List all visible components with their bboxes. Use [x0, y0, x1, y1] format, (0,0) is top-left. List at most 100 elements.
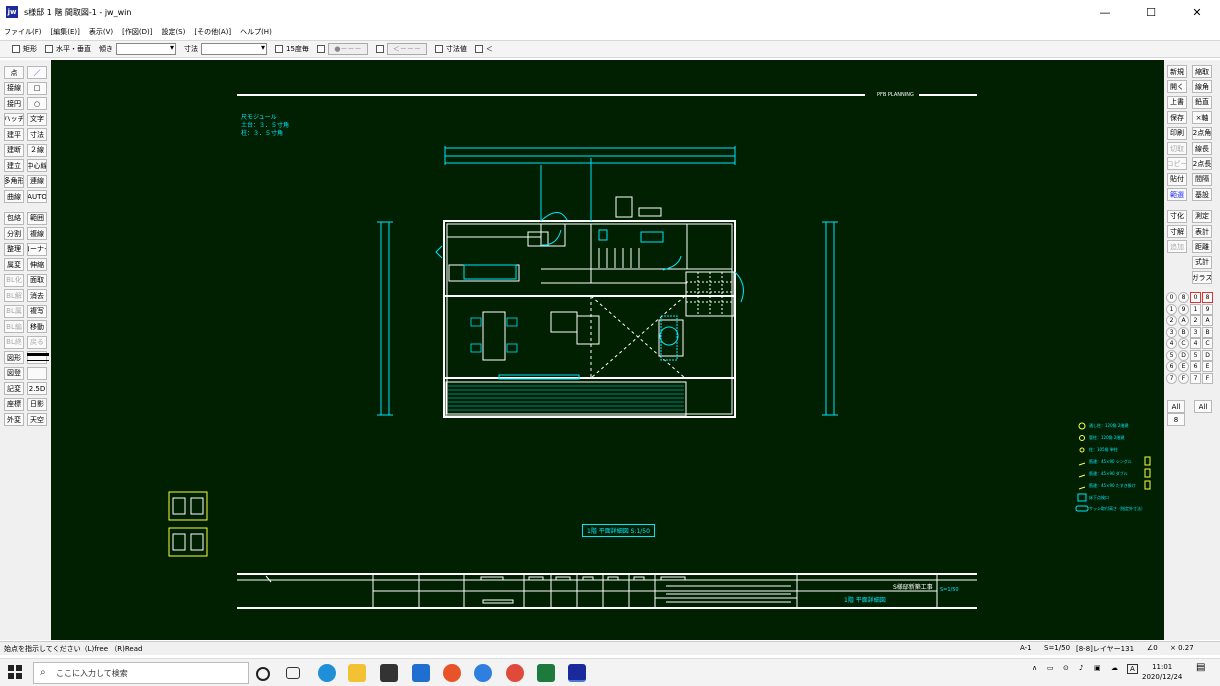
layer-button-mid_right-2[interactable]: 2 [1190, 315, 1201, 326]
tool-right-8-1[interactable]: 基設 [1192, 188, 1212, 202]
line-type-sample[interactable] [27, 353, 49, 356]
tool-right-8-0[interactable]: 範選 [1167, 188, 1187, 202]
layer-button-mid_left-0[interactable]: 8 [1178, 292, 1189, 303]
line-type-sample[interactable] [27, 360, 49, 361]
deg15-checkbox[interactable] [275, 45, 283, 53]
tool-left-7-0[interactable]: 多角形 [4, 174, 24, 188]
status-angle[interactable]: ∠0 [1147, 644, 1158, 652]
tool-right-2-1[interactable]: 鉛直 [1192, 95, 1212, 109]
rect-checkbox[interactable] [12, 45, 20, 53]
deg15-option[interactable]: 15度毎 [275, 44, 309, 54]
explorer-icon[interactable] [348, 664, 366, 682]
ball-checkbox[interactable] [316, 45, 325, 53]
tool-left-14-0[interactable]: BL解 [4, 289, 24, 302]
tool-right-9-0[interactable]: 寸化 [1167, 209, 1187, 223]
store-icon[interactable] [380, 664, 398, 682]
tool-left-20-0[interactable]: 記変 [4, 382, 24, 395]
layer-button-mid_right-1[interactable]: 1 [1190, 303, 1201, 315]
tool-left-15-0[interactable]: BL属 [4, 304, 24, 318]
lt-checkbox[interactable] [474, 45, 483, 53]
tool-right-0-1[interactable]: 縮取 [1192, 65, 1212, 78]
status-paper[interactable]: A-1 [1020, 644, 1032, 652]
tool-left-17-0[interactable]: BL終 [4, 335, 24, 349]
mail-icon[interactable] [412, 664, 430, 682]
tool-right-10-1[interactable]: 表計 [1192, 225, 1212, 238]
tool-left-4-0[interactable]: 建平 [4, 128, 24, 141]
layer-button-mid_right-6[interactable]: 6 [1190, 361, 1201, 372]
tool-left-14-1[interactable]: 消去 [27, 289, 47, 302]
tool-right-5-1[interactable]: 線長 [1192, 142, 1212, 155]
tray-app-icon[interactable]: ⊙ [1063, 664, 1069, 672]
tool-right-6-0[interactable]: コピー [1167, 157, 1187, 171]
tool-right-10-0[interactable]: 寸解 [1167, 225, 1187, 238]
tool-right-12-1[interactable]: 式計 [1192, 255, 1212, 269]
tool-left-1-0[interactable]: 接線 [4, 81, 24, 95]
layer-button-right-1[interactable]: 9 [1202, 303, 1213, 315]
status-layer[interactable]: [8-8]レイヤー131 [1076, 644, 1134, 654]
layer-button-right-4[interactable]: C [1202, 338, 1213, 349]
dim-value-option[interactable]: 寸法値 [434, 44, 467, 54]
ime-indicator[interactable]: A [1127, 664, 1138, 674]
menu-file[interactable]: ファイル(F) [4, 27, 42, 37]
tool-left-7-1[interactable]: 連線 [27, 174, 47, 188]
menu-edit[interactable]: [編集(E)] [51, 27, 80, 37]
tool-right-2-0[interactable]: 上書 [1167, 95, 1187, 109]
tray-network-icon[interactable]: ▭ [1047, 664, 1054, 672]
layer-button-left-1[interactable]: 1 [1166, 303, 1177, 315]
layer-button-left-6[interactable]: 6 [1166, 361, 1177, 372]
menu-settings[interactable]: 設定(S) [161, 27, 185, 37]
tool-left-8-0[interactable]: 曲線 [4, 190, 24, 203]
layer-button-right-5[interactable]: D [1202, 349, 1213, 361]
tool-right-3-1[interactable]: ×軸 [1192, 111, 1212, 125]
tool-right-11-0[interactable]: 追加 [1167, 240, 1187, 254]
tool-left-10-0[interactable]: 分割 [4, 227, 24, 240]
tool-left-21-1[interactable]: 日影 [27, 397, 47, 411]
layer-button-right-6[interactable]: E [1202, 361, 1213, 372]
tool-left-5-0[interactable]: 建断 [4, 143, 24, 157]
layer-button-mid_left-1[interactable]: 9 [1178, 303, 1189, 315]
close-button[interactable]: ✕ [1174, 0, 1220, 24]
layer-button-mid_left-2[interactable]: A [1178, 315, 1189, 326]
tool-left-0-0[interactable]: 点 [4, 66, 24, 79]
layer-button-mid_right-7[interactable]: 7 [1190, 372, 1201, 384]
layer-button-mid_left-5[interactable]: D [1178, 349, 1189, 361]
tool-left-15-1[interactable]: 複写 [27, 304, 47, 318]
layer-button-mid_right-3[interactable]: 3 [1190, 326, 1201, 338]
rect-option[interactable]: 矩形 [12, 44, 37, 54]
taskbar-search-input[interactable]: ⌕ ここに入力して検索 [33, 662, 249, 684]
layer-button-mid_left-3[interactable]: B [1178, 326, 1189, 338]
tool-left-2-1[interactable]: ○ [27, 97, 47, 110]
tool-left-10-1[interactable]: 複線 [27, 227, 47, 240]
tray-sync-icon[interactable]: ☁ [1111, 664, 1118, 672]
tool-right-7-0[interactable]: 貼付 [1167, 172, 1187, 186]
contacts-icon[interactable] [474, 664, 492, 682]
layer-button-left-7[interactable]: 7 [1166, 372, 1177, 384]
tool-left-2-0[interactable]: 接円 [4, 97, 24, 110]
menu-view[interactable]: 表示(V) [89, 27, 113, 37]
tool-left-9-1[interactable]: 範囲 [27, 211, 47, 225]
layer-button-right-7[interactable]: F [1202, 372, 1213, 384]
tool-left-6-0[interactable]: 建立 [4, 159, 24, 172]
arrow-button[interactable]: ＜－－－ [386, 43, 427, 55]
layer-button-mid_left-6[interactable]: E [1178, 361, 1189, 372]
layer-button-right-3[interactable]: B [1202, 326, 1213, 338]
tool-right-1-1[interactable]: 線角 [1192, 80, 1212, 94]
tool-right-7-1[interactable]: 間隔 [1192, 172, 1212, 186]
tool-left-18-0[interactable]: 図形 [4, 351, 24, 364]
tool-right-13-1[interactable]: ガラス [1192, 271, 1212, 285]
tool-right-5-0[interactable]: 切取 [1167, 142, 1187, 155]
tool-left-22-0[interactable]: 外変 [4, 413, 24, 426]
layer-button-left-4[interactable]: 4 [1166, 338, 1177, 349]
maximize-button[interactable]: ☐ [1128, 0, 1174, 24]
tray-chevron-icon[interactable]: ∧ [1032, 664, 1037, 672]
tool-left-12-0[interactable]: 属変 [4, 258, 24, 271]
layer-button-mid_right-4[interactable]: 4 [1190, 338, 1201, 349]
layer-button-right-2[interactable]: A [1202, 315, 1213, 326]
status-zoom[interactable]: × 0.27 [1170, 644, 1194, 652]
taskbar-clock[interactable]: 11:01 2020/12/24 [1142, 662, 1182, 682]
layer-button-mid_left-7[interactable]: F [1178, 372, 1189, 384]
menu-help[interactable]: ヘルプ(H) [240, 27, 272, 37]
layer-button-mid_left-4[interactable]: C [1178, 338, 1189, 349]
tool-right-9-1[interactable]: 測定 [1192, 209, 1212, 223]
tray-pc-icon[interactable]: ▣ [1094, 664, 1101, 672]
